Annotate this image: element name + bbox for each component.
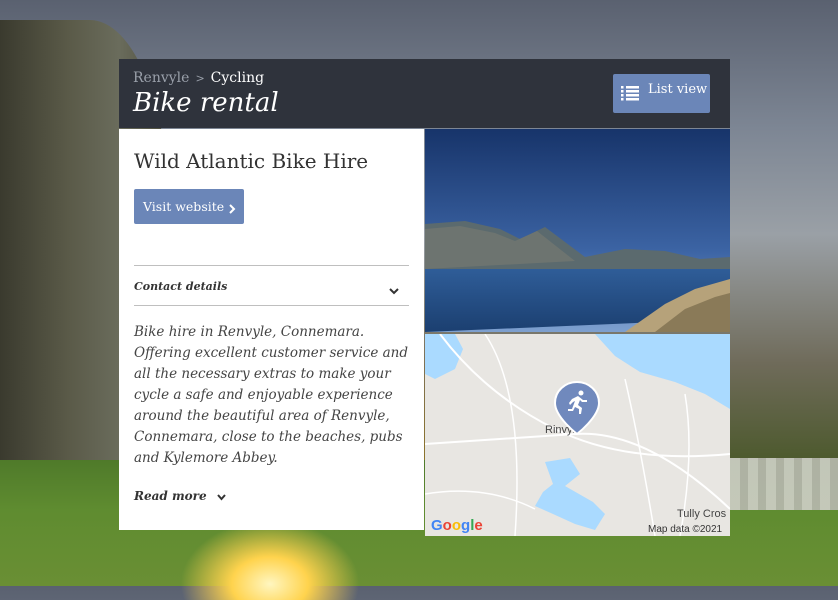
visit-website-label: Visit website — [143, 199, 225, 214]
breadcrumb-current: Cycling — [210, 70, 265, 86]
google-logo: Google — [431, 517, 483, 534]
list-view-label: List view — [648, 82, 708, 97]
breadcrumb: Renvyle > Cycling — [133, 70, 264, 86]
chevron-down-icon — [389, 280, 399, 299]
divider — [134, 305, 409, 306]
read-more-link[interactable]: Read more — [134, 489, 226, 504]
listing-description: Bike hire in Renvyle, Connemara. Offerin… — [134, 324, 409, 466]
map-marker[interactable] — [553, 380, 601, 440]
chevron-right-icon — [229, 202, 236, 217]
page-header: Renvyle > Cycling Bike rental List view — [119, 59, 730, 128]
list-icon — [621, 86, 639, 105]
map-attribution: Map data ©2021 — [648, 524, 723, 535]
breadcrumb-separator: > — [195, 72, 205, 85]
business-name: Wild Atlantic Bike Hire — [134, 149, 369, 173]
page-title: Bike rental — [133, 88, 279, 118]
list-view-button[interactable]: List view — [613, 74, 710, 113]
breadcrumb-parent-link[interactable]: Renvyle — [133, 70, 189, 86]
background-wall — [730, 458, 838, 510]
chevron-down-icon — [217, 490, 226, 504]
read-more-label: Read more — [134, 489, 207, 503]
listing-photo — [425, 129, 730, 332]
contact-details-toggle[interactable]: Contact details — [134, 266, 409, 306]
visit-website-button[interactable]: Visit website — [134, 189, 244, 224]
listing-card: Wild Atlantic Bike Hire Visit website Co… — [119, 129, 424, 530]
background-sun — [180, 520, 360, 600]
map-place-label: Tully Cros — [677, 508, 727, 520]
contact-details-label: Contact details — [134, 280, 228, 293]
location-map[interactable]: Rinvyle Tully Cros Google Map data ©2021 — [425, 334, 730, 536]
